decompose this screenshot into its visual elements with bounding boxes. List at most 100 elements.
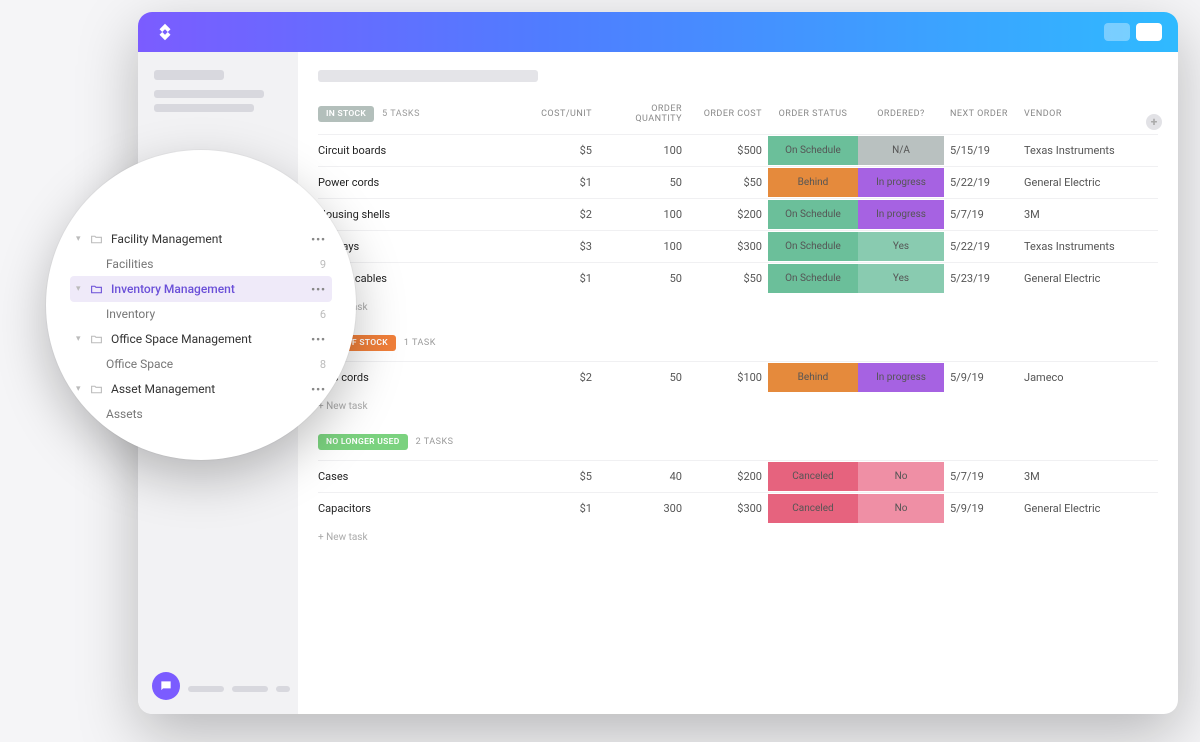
cell-order-cost: $100 bbox=[688, 362, 768, 393]
task-name[interactable]: USB cords bbox=[318, 362, 528, 393]
ordered-chip[interactable]: Yes bbox=[858, 232, 944, 261]
list-label: Assets bbox=[106, 407, 314, 421]
cell-vendor: 3M bbox=[1018, 199, 1128, 230]
task-count: 2 TASKS bbox=[416, 437, 454, 447]
cell-cost: $3 bbox=[528, 231, 598, 262]
cell-order-cost: $500 bbox=[688, 135, 768, 166]
ordered-chip[interactable]: N/A bbox=[858, 136, 944, 165]
cell-qty: 300 bbox=[598, 493, 688, 524]
top-bar bbox=[138, 12, 1178, 52]
cell-qty: 50 bbox=[598, 167, 688, 198]
sidebar-folder[interactable]: ▾Inventory Management••• bbox=[70, 276, 332, 302]
folder-icon bbox=[90, 233, 103, 246]
cell-vendor: 3M bbox=[1018, 461, 1128, 492]
sidebar-list-item[interactable]: Office Space8 bbox=[70, 352, 332, 376]
cell-next-order: 5/9/19 bbox=[944, 493, 1018, 524]
folder-label: Office Space Management bbox=[111, 332, 311, 346]
order-status-chip[interactable]: On Schedule bbox=[768, 200, 858, 229]
cell-order-cost: $300 bbox=[688, 493, 768, 524]
folder-label: Facility Management bbox=[111, 232, 311, 246]
table-row[interactable]: Ribbon cables$150$50On ScheduleYes5/23/1… bbox=[318, 262, 1158, 294]
order-status-chip[interactable]: Behind bbox=[768, 168, 858, 197]
col-order-cost: ORDER COST bbox=[688, 105, 768, 129]
table-row[interactable]: USB cords$250$100BehindIn progress5/9/19… bbox=[318, 361, 1158, 393]
folder-label: Inventory Management bbox=[111, 282, 311, 296]
table-row[interactable]: Displays$3100$300On ScheduleYes5/22/19Te… bbox=[318, 230, 1158, 262]
sidebar-folder[interactable]: ▾Asset Management••• bbox=[70, 376, 332, 402]
section-header: NO LONGER USED 2 TASKS bbox=[318, 430, 1158, 460]
sidebar-list-item[interactable]: Assets10 bbox=[70, 402, 332, 426]
chevron-down-icon: ▾ bbox=[76, 334, 84, 344]
task-count: 1 TASK bbox=[404, 338, 436, 348]
window-minimize-button[interactable] bbox=[1104, 23, 1130, 41]
table-row[interactable]: Capacitors$1300$300CanceledNo5/9/19Gener… bbox=[318, 492, 1158, 524]
list-label: Facilities bbox=[106, 257, 320, 271]
folder-icon bbox=[90, 283, 103, 296]
sidebar-skeleton bbox=[154, 104, 254, 112]
cell-cost: $2 bbox=[528, 199, 598, 230]
status-pill[interactable]: NO LONGER USED bbox=[318, 434, 408, 450]
folder-icon bbox=[90, 383, 103, 396]
cell-order-cost: $50 bbox=[688, 167, 768, 198]
status-pill[interactable]: IN STOCK bbox=[318, 106, 374, 122]
cell-qty: 100 bbox=[598, 199, 688, 230]
task-name[interactable]: Displays bbox=[318, 231, 528, 262]
col-order-qty: ORDER QUANTITY bbox=[598, 100, 688, 134]
sidebar-list-item[interactable]: Facilities9 bbox=[70, 252, 332, 276]
window-maximize-button[interactable] bbox=[1136, 23, 1162, 41]
ordered-chip[interactable]: No bbox=[858, 462, 944, 491]
more-icon[interactable]: ••• bbox=[311, 333, 326, 346]
task-name[interactable]: Circuit boards bbox=[318, 135, 528, 166]
order-status-chip[interactable]: On Schedule bbox=[768, 232, 858, 261]
cell-vendor: General Electric bbox=[1018, 263, 1128, 294]
cell-next-order: 5/9/19 bbox=[944, 362, 1018, 393]
new-task-button[interactable]: + New task bbox=[318, 524, 1158, 561]
task-name[interactable]: Cases bbox=[318, 461, 528, 492]
task-name[interactable]: Capacitors bbox=[318, 493, 528, 524]
ordered-chip[interactable]: Yes bbox=[858, 264, 944, 293]
col-next-order: NEXT ORDER bbox=[944, 105, 1018, 129]
table-row[interactable]: Cases$540$200CanceledNo5/7/193M bbox=[318, 460, 1158, 492]
new-task-button[interactable]: + New task bbox=[318, 393, 1158, 430]
more-icon[interactable]: ••• bbox=[311, 283, 326, 296]
table-row[interactable]: Power cords$150$50BehindIn progress5/22/… bbox=[318, 166, 1158, 198]
section-header: IN STOCK5 TASKSCOST/UNITORDER QUANTITYOR… bbox=[318, 100, 1158, 134]
table-row[interactable]: Housing shells$2100$200On ScheduleIn pro… bbox=[318, 198, 1158, 230]
cell-qty: 40 bbox=[598, 461, 688, 492]
add-column-button[interactable]: + bbox=[1146, 114, 1162, 130]
sidebar-folder[interactable]: ▾ Office Space Management••• bbox=[70, 326, 332, 352]
ordered-chip[interactable]: In progress bbox=[858, 168, 944, 197]
cell-qty: 100 bbox=[598, 231, 688, 262]
more-icon[interactable]: ••• bbox=[311, 233, 326, 246]
chat-icon[interactable] bbox=[152, 672, 180, 700]
order-status-chip[interactable]: Canceled bbox=[768, 462, 858, 491]
order-status-chip[interactable]: On Schedule bbox=[768, 264, 858, 293]
cell-vendor: General Electric bbox=[1018, 493, 1128, 524]
cell-next-order: 5/7/19 bbox=[944, 461, 1018, 492]
sidebar-zoom-overlay: ▾Facility Management•••Facilities9▾Inven… bbox=[46, 150, 356, 460]
folder-icon bbox=[90, 333, 103, 346]
order-status-chip[interactable]: Behind bbox=[768, 363, 858, 392]
task-name[interactable]: Housing shells bbox=[318, 199, 528, 230]
ordered-chip[interactable]: In progress bbox=[858, 200, 944, 229]
task-count: 5 TASKS bbox=[382, 109, 420, 119]
more-icon[interactable]: ••• bbox=[311, 383, 326, 396]
cell-next-order: 5/22/19 bbox=[944, 231, 1018, 262]
sidebar-list-item[interactable]: Inventory6 bbox=[70, 302, 332, 326]
cell-qty: 50 bbox=[598, 263, 688, 294]
order-status-chip[interactable]: Canceled bbox=[768, 494, 858, 523]
list-count: 8 bbox=[320, 358, 326, 371]
new-task-button[interactable]: + New task bbox=[318, 294, 1158, 331]
list-count: 6 bbox=[320, 308, 326, 321]
cell-next-order: 5/23/19 bbox=[944, 263, 1018, 294]
ordered-chip[interactable]: In progress bbox=[858, 363, 944, 392]
table-row[interactable]: Circuit boards$5100$500On ScheduleN/A5/1… bbox=[318, 134, 1158, 166]
bottom-nav-skeleton bbox=[188, 686, 290, 692]
order-status-chip[interactable]: On Schedule bbox=[768, 136, 858, 165]
cell-cost: $1 bbox=[528, 263, 598, 294]
ordered-chip[interactable]: No bbox=[858, 494, 944, 523]
sidebar-skeleton bbox=[154, 90, 264, 98]
sidebar-folder[interactable]: ▾Facility Management••• bbox=[70, 226, 332, 252]
task-name[interactable]: Power cords bbox=[318, 167, 528, 198]
main-content: + IN STOCK5 TASKSCOST/UNITORDER QUANTITY… bbox=[298, 52, 1178, 714]
